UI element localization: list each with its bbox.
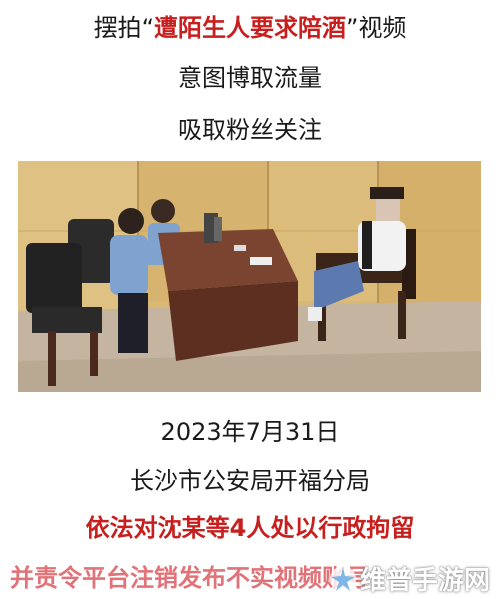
headline-close-quote: ” <box>346 14 359 42</box>
agency-line: 长沙市公安局开福分局 <box>130 467 370 495</box>
headline-line-3: 吸取粉丝关注 <box>178 116 322 144</box>
penalty-line: 依法对沈某等4人处以行政拘留 <box>85 514 415 542</box>
site-watermark: 维普手游网 <box>328 560 490 597</box>
headline-line-1: 摆拍“遭陌生人要求陪酒”视频 <box>0 8 500 43</box>
headline-suffix: 视频 <box>358 14 407 42</box>
headline-prefix: 摆拍 <box>93 14 142 42</box>
interrogation-photo <box>18 161 481 392</box>
headline-highlight: 遭陌生人要求陪酒 <box>154 14 346 42</box>
headline-line-2: 意图博取流量 <box>178 64 322 92</box>
watermark-text: 维普手游网 <box>359 566 490 596</box>
headline-open-quote: “ <box>141 14 154 42</box>
date-line: 2023年7月31日 <box>160 418 340 446</box>
starburst-logo-icon <box>329 565 356 592</box>
